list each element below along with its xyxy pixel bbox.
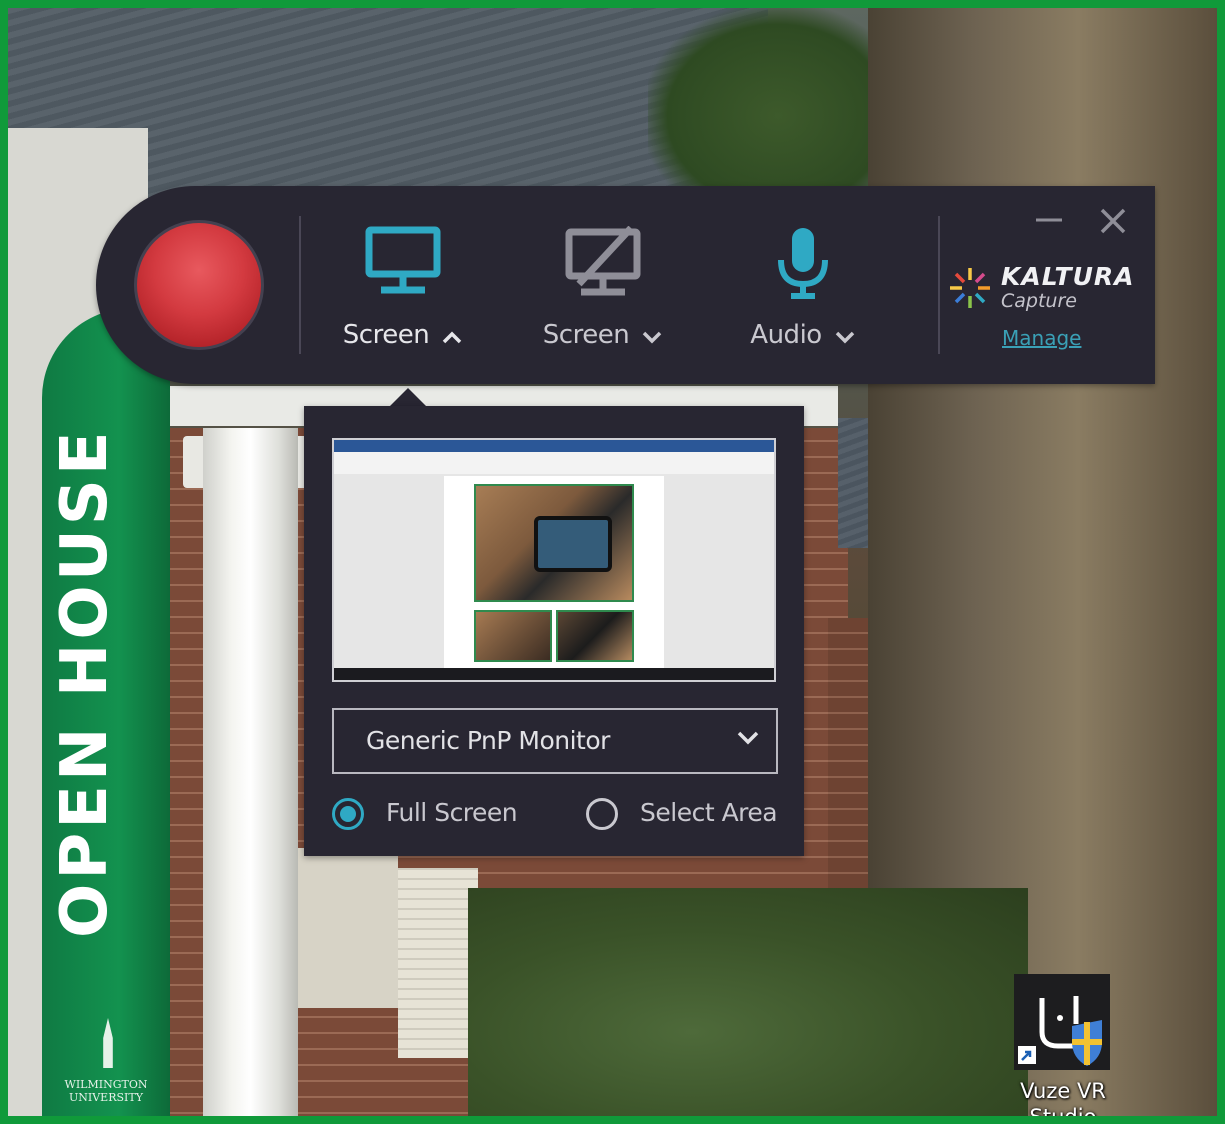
audio-toggle[interactable]: Audio [718, 226, 888, 366]
desktop-shortcut-vuze-vr-studio[interactable]: Vuze VR Studio [1008, 974, 1118, 1116]
minimize-icon [1036, 218, 1062, 222]
kaltura-burst-icon [950, 268, 990, 308]
close-button[interactable] [1098, 206, 1128, 236]
brand-subtitle: Capture [1001, 290, 1077, 312]
screen-2-toggle[interactable]: Screen [518, 225, 688, 366]
screenshot-frame: OPEN HOUSE WILMINGTON UNIVERSITY Vuze VR… [0, 0, 1225, 1124]
audio-label: Audio [750, 320, 822, 350]
monitor-off-icon [565, 225, 641, 302]
toolbar-separator [299, 216, 301, 354]
desktop-shortcut-label: Vuze VR Studio [1020, 1079, 1106, 1116]
brand-name: KALTURA [1001, 262, 1135, 291]
monitor-select-value: Generic PnP Monitor [366, 726, 610, 755]
wallpaper-column [203, 428, 298, 1116]
screen-options-panel: Generic PnP Monitor Full Screen Select A… [304, 406, 804, 856]
wallpaper-shrubs [468, 888, 1028, 1116]
banner-subtext: WILMINGTON UNIVERSITY [64, 1078, 148, 1104]
full-screen-radio[interactable]: Full Screen [332, 796, 532, 836]
monitor-icon [365, 226, 441, 300]
monitor-select-dropdown[interactable]: Generic PnP Monitor [332, 708, 778, 774]
full-screen-label: Full Screen [386, 798, 518, 827]
radio-button-unselected [586, 798, 618, 830]
select-area-label: Select Area [640, 798, 778, 827]
wallpaper-window [298, 848, 398, 1008]
panel-pointer [390, 388, 426, 406]
select-area-radio[interactable]: Select Area [586, 796, 786, 836]
screen-preview-thumbnail [332, 438, 776, 682]
banner-text: OPEN HOUSE [48, 427, 122, 938]
chevron-down-icon [736, 730, 760, 750]
record-button[interactable] [134, 220, 264, 350]
chevron-down-icon[interactable] [641, 321, 663, 351]
chevron-down-icon[interactable] [834, 321, 856, 351]
screen-1-label: Screen [342, 320, 430, 350]
screen-2-label: Screen [542, 320, 630, 350]
chevron-up-icon[interactable] [441, 321, 463, 351]
screen-1-toggle[interactable]: Screen [318, 226, 488, 366]
minimize-button[interactable] [1034, 208, 1064, 232]
toolbar-separator [938, 216, 940, 354]
kaltura-capture-toolbar: Screen Screen Audio KALTURA Capture Mana… [96, 186, 1155, 384]
kaltura-capture-logo: KALTURA Capture [946, 256, 1136, 316]
close-icon [1100, 208, 1126, 234]
microphone-icon [773, 226, 833, 304]
vuze-vr-studio-icon [1014, 974, 1110, 1070]
manage-link[interactable]: Manage [1002, 326, 1081, 350]
wallpaper-shutter [398, 868, 478, 1058]
